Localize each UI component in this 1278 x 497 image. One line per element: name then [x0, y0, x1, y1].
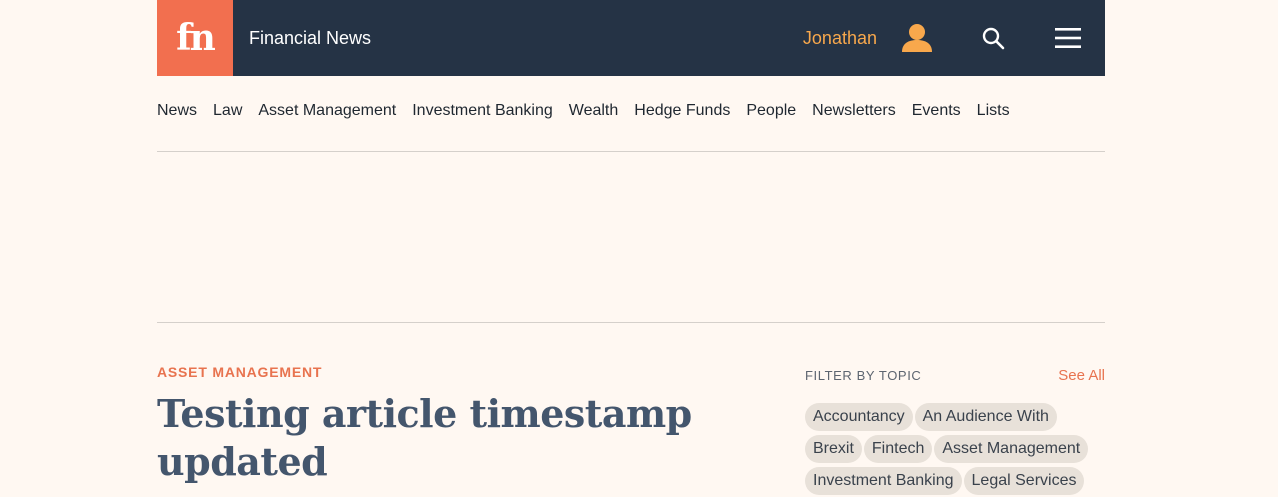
- ad-divider: [157, 322, 1105, 323]
- topic-tag-investment-banking[interactable]: Investment Banking: [805, 467, 962, 495]
- nav-item-law[interactable]: Law: [213, 102, 242, 120]
- hamburger-menu-icon[interactable]: [1055, 28, 1081, 48]
- article-section-kicker[interactable]: ASSET MANAGEMENT: [157, 364, 322, 380]
- article-headline[interactable]: Testing article timestamp updated: [157, 390, 717, 486]
- nav-item-events[interactable]: Events: [912, 102, 961, 120]
- nav-item-asset-management[interactable]: Asset Management: [258, 102, 396, 120]
- nav-item-lists[interactable]: Lists: [977, 102, 1010, 120]
- see-all-link[interactable]: See All: [1058, 367, 1105, 384]
- topic-tag-brexit[interactable]: Brexit: [805, 435, 862, 463]
- filter-by-topic-label: FILTER BY TOPIC: [805, 368, 922, 383]
- nav-item-people[interactable]: People: [746, 102, 796, 120]
- topic-tag-an-audience-with[interactable]: An Audience With: [914, 403, 1057, 431]
- user-name-link[interactable]: Jonathan: [803, 28, 877, 49]
- nav-item-investment-banking[interactable]: Investment Banking: [412, 102, 553, 120]
- top-bar: fn Financial News Jonathan: [157, 0, 1105, 76]
- nav-divider: [157, 151, 1105, 152]
- nav-item-news[interactable]: News: [157, 102, 197, 120]
- fn-logo[interactable]: fn: [157, 0, 233, 76]
- brand-name[interactable]: Financial News: [249, 28, 371, 49]
- nav-item-newsletters[interactable]: Newsletters: [812, 102, 896, 120]
- topic-tag-accountancy[interactable]: Accountancy: [805, 403, 913, 431]
- user-icon[interactable]: [901, 23, 933, 53]
- section-nav: News Law Asset Management Investment Ban…: [157, 102, 1010, 120]
- topic-tag-fintech[interactable]: Fintech: [863, 435, 933, 463]
- search-icon[interactable]: [981, 26, 1005, 50]
- topic-tag-asset-management[interactable]: Asset Management: [934, 435, 1089, 463]
- topic-tag-legal-services[interactable]: Legal Services: [963, 467, 1085, 495]
- nav-item-hedge-funds[interactable]: Hedge Funds: [634, 102, 730, 120]
- nav-item-wealth[interactable]: Wealth: [569, 102, 619, 120]
- topic-tags: Accountancy An Audience With Brexit Fint…: [805, 403, 1105, 495]
